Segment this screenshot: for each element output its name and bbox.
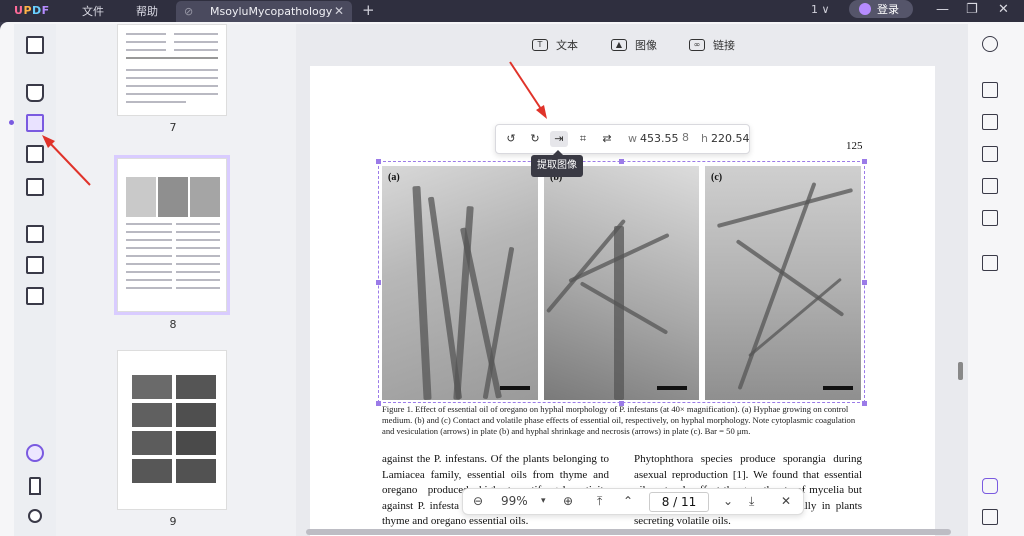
annotation-arrowhead bbox=[536, 105, 547, 119]
annotation-arrows bbox=[42, 61, 547, 186]
app-window: UPDF 文件 帮助 ⊘ MsoyluMycopathology ✕ + 1 ∨… bbox=[0, 0, 1024, 536]
annotation-arrow bbox=[509, 61, 544, 113]
annotation-arrow bbox=[46, 139, 91, 186]
